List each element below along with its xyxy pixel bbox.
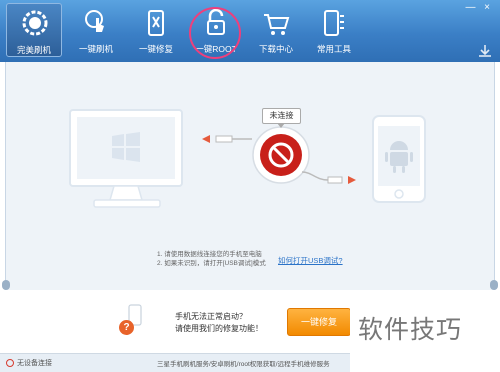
unlock-icon bbox=[207, 8, 225, 35]
usb-cable-right-icon bbox=[302, 171, 356, 184]
connection-hint-2: 2. 如果未识别，请打开[USB调试]模式 bbox=[157, 260, 266, 267]
phone-wrench-icon bbox=[148, 10, 164, 36]
connection-panel: 未连接 1. 请使用数据线连接您的手机至电脑 2. 如果未识别，请打开[USB调… bbox=[2, 62, 498, 290]
left-scroll-handle[interactable] bbox=[2, 280, 10, 290]
tab-label: 一键修复 bbox=[138, 44, 173, 54]
tab-common-tools[interactable]: 常用工具 bbox=[306, 3, 362, 57]
watermark: 软件技巧 bbox=[350, 296, 500, 372]
connection-status-badge: 未连接 bbox=[262, 108, 301, 128]
close-button[interactable]: × bbox=[480, 2, 494, 14]
usb-debugging-help-link[interactable]: 如何打开USB调试? bbox=[278, 255, 343, 266]
computer-monitor-icon bbox=[69, 109, 183, 208]
tab-label: 完美刷机 bbox=[16, 45, 51, 55]
minimize-button[interactable]: — bbox=[463, 2, 477, 14]
android-gear-icon bbox=[22, 10, 48, 36]
phone-tools-icon bbox=[324, 10, 344, 36]
one-click-repair-button[interactable]: 一键修复 bbox=[287, 308, 351, 336]
no-device-icon bbox=[6, 359, 14, 367]
tab-label: 一键ROOT bbox=[195, 44, 237, 54]
watermark-text: 软件技巧 bbox=[358, 315, 463, 344]
status-bar: 无设备连接 三星手机刷机服务/安卓刷机/root权限获取/远程手机维修服务 bbox=[0, 353, 350, 372]
tab-one-click-root[interactable]: 一键ROOT bbox=[188, 3, 244, 57]
top-toolbar: 完美刷机 一键刷机 一键修复 一键ROOT 下载中心 常用工具 — × bbox=[0, 0, 500, 62]
question-icon: ? bbox=[119, 320, 134, 335]
right-scroll-handle[interactable] bbox=[490, 280, 498, 290]
tab-perfect-flash[interactable]: 完美刷机 bbox=[6, 3, 62, 57]
window-controls: — × bbox=[463, 2, 494, 16]
tab-download-center[interactable]: 下载中心 bbox=[248, 3, 304, 57]
repair-subtitle: 请使用我们的修复功能！ bbox=[175, 324, 263, 333]
repair-title: 手机无法正常启动？ bbox=[175, 312, 247, 321]
tab-one-click-repair[interactable]: 一键修复 bbox=[128, 3, 184, 57]
touch-hand-icon bbox=[85, 10, 104, 32]
tab-one-click-flash[interactable]: 一键刷机 bbox=[68, 3, 124, 57]
android-phone-icon bbox=[372, 115, 426, 203]
tab-label: 下载中心 bbox=[258, 44, 293, 54]
cart-icon bbox=[264, 14, 290, 35]
download-icon[interactable] bbox=[478, 44, 492, 58]
tab-label: 一键刷机 bbox=[78, 44, 113, 54]
usb-cable-left-icon bbox=[202, 135, 252, 143]
tab-label: 常用工具 bbox=[316, 44, 351, 54]
footer-service-links[interactable]: 三星手机刷机服务/安卓刷机/root权限获取/远程手机维修服务 bbox=[157, 358, 330, 368]
device-status-text: 无设备连接 bbox=[17, 360, 52, 367]
